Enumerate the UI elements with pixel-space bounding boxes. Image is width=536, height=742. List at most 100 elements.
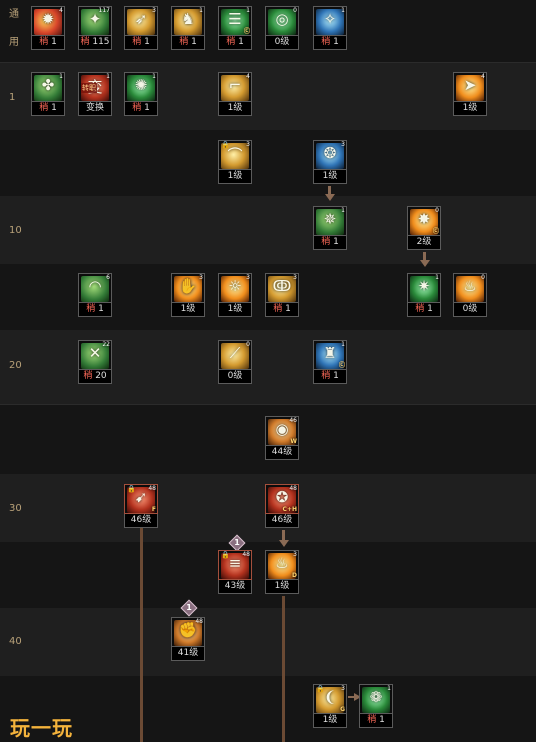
skill-level-label: 2级 — [407, 236, 441, 250]
skill-level-label: 稍 1 — [124, 36, 158, 50]
skill-green-swirl[interactable]: ❁ 1 稍 1 — [359, 684, 393, 728]
skill-max-count: 3 — [293, 551, 297, 558]
skill-level-label: 1级 — [313, 170, 347, 184]
skill-green-arc[interactable]: ◠ 6 稍 1 — [78, 273, 112, 317]
skill-golden-crescent-icon[interactable]: ☼ 3 — [218, 273, 252, 303]
skill-orange-aura-icon[interactable]: ✸ 0 Ⓒ — [407, 206, 441, 236]
skill-golden-spiral-icon[interactable]: ↂ3 — [265, 273, 299, 303]
skill-green-kick-icon[interactable]: ✵ 1 — [313, 206, 347, 236]
skill-golden-fist[interactable]: ✊ 48 41级 — [171, 617, 205, 661]
skill-fire-burst-icon[interactable]: ✹ 4 — [31, 6, 65, 36]
skill-level-label: 稍 1 — [31, 102, 65, 116]
skill-max-count: 4 — [246, 73, 250, 80]
skill-golden-leap-icon[interactable]: ➶ 3 — [124, 6, 158, 36]
skill-level-label: 稍 1 — [78, 303, 112, 317]
skill-level-label: 稍 1 — [31, 36, 65, 50]
arrow-down-icon — [279, 540, 289, 547]
skill-golden-slash-icon[interactable]: ⟋ 0 — [218, 340, 252, 370]
skill-ring-icon[interactable]: ◉ 46 W — [265, 416, 299, 446]
skill-golden-fall-icon[interactable]: ♞ 1 — [171, 6, 205, 36]
skill-blue-vortex[interactable]: ❂ 3 1级 — [313, 140, 347, 184]
skill-green-spark[interactable]: ✺ 1 稍 1 — [124, 72, 158, 116]
skill-green-target[interactable]: ◎ 0 0级 — [265, 6, 299, 50]
skill-transform-icon[interactable]: 変1转职 — [78, 72, 112, 102]
skill-golden-spiral[interactable]: ↂ3稍 1 — [265, 273, 299, 317]
skill-level-label: 1级 — [218, 102, 252, 116]
skill-max-count: 1 — [152, 73, 156, 80]
skill-level-label: 稍 1 — [218, 36, 252, 50]
skill-ring[interactable]: ◉ 46 W 44级 — [265, 416, 299, 460]
row-label: 30 — [9, 503, 22, 514]
skill-level-label: 稍 1 — [313, 370, 347, 384]
skill-blue-vortex-icon[interactable]: ❂ 3 — [313, 140, 347, 170]
skill-green-cross[interactable]: ✕ 22 稍 20 — [78, 340, 112, 384]
skill-max-count: 3 — [341, 685, 345, 692]
skill-transform[interactable]: 変1转职变换 — [78, 72, 112, 116]
prereq-line — [328, 186, 331, 194]
skill-golden-scythe-icon[interactable]: ⌐ 4 — [218, 72, 252, 102]
skill-fire-flicker-icon[interactable]: ♨ 3 D — [265, 550, 299, 580]
skill-fire-pillar-icon[interactable]: ♨ 0 — [453, 273, 487, 303]
skill-blue-wings[interactable]: ✧ 1 稍 1 — [313, 6, 347, 50]
skill-green-flare-icon[interactable]: ✷ 1 — [407, 273, 441, 303]
level-row — [0, 676, 536, 742]
skill-green-trap[interactable]: ✤ 1 稍 1 — [31, 72, 65, 116]
skill-red-spears-icon[interactable]: ≡ 48 🔒 — [218, 550, 252, 580]
skill-golden-dash-icon[interactable]: ➤ 4 — [453, 72, 487, 102]
skill-golden-palm[interactable]: ✋ 3 1级 — [171, 273, 205, 317]
skill-red-spears[interactable]: ≡ 48 🔒 43级 — [218, 550, 252, 594]
skill-green-kick[interactable]: ✵ 1 稍 1 — [313, 206, 347, 250]
skill-golden-slash[interactable]: ⟋ 0 0级 — [218, 340, 252, 384]
prereq-line — [282, 596, 285, 742]
skill-green-target-icon[interactable]: ◎ 0 — [265, 6, 299, 36]
skill-golden-crescent[interactable]: ☼ 3 1级 — [218, 273, 252, 317]
skill-orange-aura[interactable]: ✸ 0 Ⓒ 2级 — [407, 206, 441, 250]
skill-level-label: 稍 1 — [313, 36, 347, 50]
skill-blue-rush-icon[interactable]: ♜ 1 Ⓒ — [313, 340, 347, 370]
skill-red-thrust[interactable]: ➹ 48 🔒 F 46级 — [124, 484, 158, 528]
skill-green-spark-icon[interactable]: ✺ 1 — [124, 72, 158, 102]
skill-level-label: 1级 — [171, 303, 205, 317]
skill-fire-pillar[interactable]: ♨ 0 0级 — [453, 273, 487, 317]
skill-green-swirl-icon[interactable]: ❁ 1 — [359, 684, 393, 714]
skill-flame-combo-icon[interactable]: ✪ 48 C+H — [265, 484, 299, 514]
skill-green-strike[interactable]: ✦ 117 稍 115 — [78, 6, 112, 50]
lock-icon: 🔒 — [221, 141, 230, 149]
skill-max-count: 48 — [289, 485, 297, 492]
skill-golden-scythe[interactable]: ⌐ 4 1级 — [218, 72, 252, 116]
hotkey-badge: D — [292, 572, 297, 579]
skill-green-strike-icon[interactable]: ✦ 117 — [78, 6, 112, 36]
skill-max-count: 1 — [199, 7, 203, 14]
skill-green-cloud-icon[interactable]: ☰ 1 Ⓒ — [218, 6, 252, 36]
skill-golden-dash[interactable]: ➤ 4 1级 — [453, 72, 487, 116]
skill-level-label: 43级 — [218, 580, 252, 594]
skill-green-trap-icon[interactable]: ✤ 1 — [31, 72, 65, 102]
skill-max-count: 3 — [246, 141, 250, 148]
skill-level-label: 1级 — [218, 303, 252, 317]
lock-icon: 🔒 — [316, 685, 325, 693]
skill-red-thrust-icon[interactable]: ➹ 48 🔒 F — [124, 484, 158, 514]
skill-green-flare[interactable]: ✷ 1 稍 1 — [407, 273, 441, 317]
skill-golden-fist-icon[interactable]: ✊ 48 — [171, 617, 205, 647]
skill-golden-hook-icon[interactable]: ⌒ 3 🔒 — [218, 140, 252, 170]
skill-golden-swipe-icon[interactable]: ❨ 3 🔒 G — [313, 684, 347, 714]
skill-golden-hook[interactable]: ⌒ 3 🔒 1级 — [218, 140, 252, 184]
skill-max-count: 0 — [481, 274, 485, 281]
skill-golden-fall[interactable]: ♞ 1 稍 1 — [171, 6, 205, 50]
skill-green-arc-icon[interactable]: ◠ 6 — [78, 273, 112, 303]
skill-level-label: 46级 — [124, 514, 158, 528]
skill-green-cloud[interactable]: ☰ 1 Ⓒ 稍 1 — [218, 6, 252, 50]
skill-fire-flicker[interactable]: ♨ 3 D 1级 — [265, 550, 299, 594]
skill-golden-swipe[interactable]: ❨ 3 🔒 G 1级 — [313, 684, 347, 728]
skill-blue-wings-icon[interactable]: ✧ 1 — [313, 6, 347, 36]
skill-golden-palm-icon[interactable]: ✋ 3 — [171, 273, 205, 303]
skill-fire-burst[interactable]: ✹ 4 稍 1 — [31, 6, 65, 50]
skill-golden-leap[interactable]: ➶ 3 稍 1 — [124, 6, 158, 50]
skill-level-label: 46级 — [265, 514, 299, 528]
skill-max-count: 1 — [106, 73, 110, 80]
skill-max-count: 0 — [435, 207, 439, 214]
skill-flame-combo[interactable]: ✪ 48 C+H 46级 — [265, 484, 299, 528]
skill-max-count: 0 — [246, 341, 250, 348]
skill-green-cross-icon[interactable]: ✕ 22 — [78, 340, 112, 370]
skill-blue-rush[interactable]: ♜ 1 Ⓒ 稍 1 — [313, 340, 347, 384]
